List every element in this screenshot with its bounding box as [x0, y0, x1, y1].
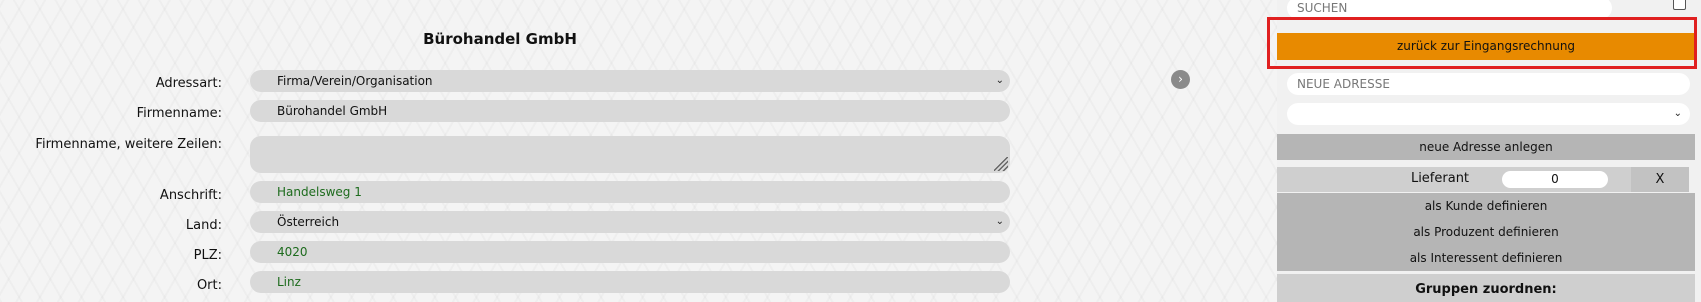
plz-label: PLZ: [193, 248, 222, 263]
adressart-label: Adressart: [155, 76, 222, 91]
chevron-down-icon: ⌄ [995, 216, 1004, 227]
chevron-down-icon: ⌄ [995, 75, 1004, 86]
plz-input[interactable]: 4020 [250, 241, 1010, 263]
resize-handle-icon[interactable] [994, 157, 1008, 171]
land-value: Österreich [277, 215, 340, 229]
land-select[interactable]: Österreich ⌄ [250, 211, 1010, 233]
chevron-down-icon: ⌄ [1673, 108, 1682, 119]
firmenname-label: Firmenname: [136, 106, 222, 121]
new-address-input[interactable]: NEUE ADRESSE [1287, 73, 1690, 95]
chevron-right-icon[interactable]: › [1171, 70, 1190, 89]
ort-input[interactable]: Linz [250, 271, 1010, 293]
page-title: Bürohandel GmbH [423, 30, 577, 48]
lieferant-number-input[interactable]: 0 [1502, 171, 1608, 188]
anschrift-input[interactable]: Handelsweg 1 [250, 181, 1010, 203]
checkbox[interactable] [1673, 0, 1686, 10]
groups-heading: Gruppen zuordnen: [1415, 282, 1557, 297]
adressart-value: Firma/Verein/Organisation [277, 74, 433, 88]
new-address-select[interactable]: ⌄ [1287, 103, 1690, 125]
firmenname-input[interactable]: Bürohandel GmbH [250, 100, 1010, 122]
adressart-select[interactable]: Firma/Verein/Organisation ⌄ [250, 70, 1010, 92]
land-label: Land: [185, 218, 222, 233]
firmenname-weitere-label: Firmenname, weitere Zeilen: [35, 137, 222, 152]
as-interested-button[interactable]: als Interessent definieren [1277, 245, 1695, 271]
remove-lieferant-button[interactable]: X [1631, 167, 1689, 192]
lieferant-label: Lieferant [1410, 171, 1470, 186]
ort-label: Ort: [196, 278, 222, 293]
as-producer-button[interactable]: als Produzent definieren [1277, 219, 1695, 245]
highlight-box [1267, 17, 1697, 69]
as-customer-button[interactable]: als Kunde definieren [1277, 193, 1695, 219]
anschrift-label: Anschrift: [159, 188, 222, 203]
firmenname-weitere-textarea[interactable] [250, 136, 1010, 173]
create-address-button[interactable]: neue Adresse anlegen [1277, 134, 1695, 160]
